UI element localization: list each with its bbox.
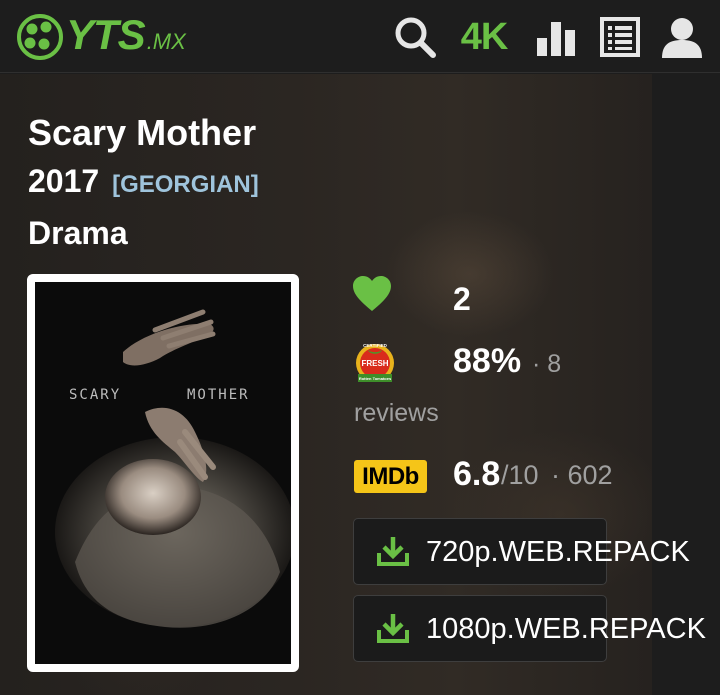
poster-word-left: SCARY bbox=[69, 387, 121, 403]
movie-genre: Drama bbox=[28, 215, 128, 251]
trending-button[interactable] bbox=[533, 14, 579, 60]
nav-4k-link[interactable]: 4K bbox=[455, 14, 513, 60]
stats-icon bbox=[537, 22, 575, 56]
imdb-logo[interactable]: IMDb bbox=[354, 460, 427, 493]
film-reel-icon bbox=[17, 14, 63, 60]
rt-review-count: · 8 bbox=[532, 350, 562, 378]
poster-word-right: MOTHER bbox=[187, 387, 250, 403]
rt-reviews-label: reviews bbox=[354, 399, 439, 427]
movie-language: [GEORGIAN] bbox=[112, 171, 259, 198]
movie-year-line: 2017 [GEORGIAN] bbox=[28, 163, 259, 200]
like-count: 2 bbox=[453, 281, 471, 317]
rt-badge-bottom: Rotten Tomatoes bbox=[359, 376, 392, 381]
account-button[interactable] bbox=[658, 14, 706, 60]
poster-artwork: SCARY MOTHER bbox=[35, 282, 291, 664]
movie-year: 2017 bbox=[28, 163, 100, 199]
user-icon bbox=[662, 18, 702, 58]
rt-percent: 88% bbox=[453, 342, 522, 380]
download-720p-button[interactable]: 720p.WEB.REPACK bbox=[353, 518, 690, 585]
download-label: 1080p.WEB.REPACK bbox=[426, 613, 706, 645]
movie-poster: SCARY MOTHER bbox=[27, 274, 299, 672]
logo-tld: .MX bbox=[146, 29, 186, 54]
site-header: YTS .MX 4K bbox=[0, 0, 720, 73]
backdrop-edge bbox=[652, 74, 720, 695]
tomato-icon: CERTIFIED FRESH Rotten Tomatoes bbox=[356, 343, 394, 382]
list-icon bbox=[600, 17, 640, 57]
movie-title: Scary Mother bbox=[28, 112, 257, 153]
rt-badge-fresh: FRESH bbox=[361, 359, 388, 368]
search-icon bbox=[395, 17, 436, 58]
search-button[interactable] bbox=[392, 14, 438, 60]
download-icon bbox=[377, 614, 409, 643]
heart-icon[interactable] bbox=[352, 276, 392, 312]
imdb-out-of: /10 bbox=[501, 460, 539, 490]
logo-text: YTS bbox=[66, 11, 146, 58]
browse-list-button[interactable] bbox=[598, 14, 642, 60]
rt-badge-top: CERTIFIED bbox=[363, 343, 388, 348]
download-icon bbox=[377, 537, 409, 566]
imdb-vote-count: · 602 bbox=[551, 460, 613, 490]
download-1080p-button[interactable]: 1080p.WEB.REPACK bbox=[353, 595, 706, 662]
site-logo[interactable]: YTS .MX bbox=[16, 10, 186, 64]
download-label: 720p.WEB.REPACK bbox=[426, 536, 690, 568]
imdb-score: 6.8 bbox=[453, 455, 501, 493]
